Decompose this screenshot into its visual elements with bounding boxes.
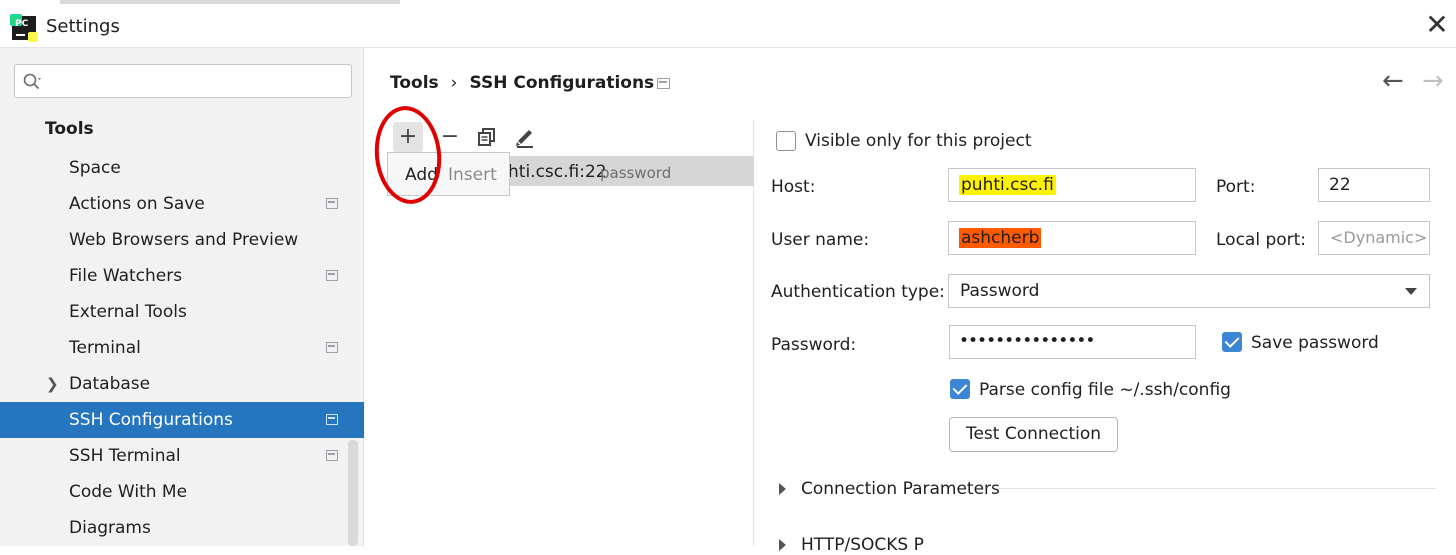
visible-only-label: Visible only for this project xyxy=(805,131,1032,151)
sidebar-item-database[interactable]: ❯ Database xyxy=(0,366,364,402)
local-port-field[interactable]: <Dynamic> xyxy=(1318,221,1430,255)
password-value: ••••••••••••••• xyxy=(959,331,1095,351)
forward-arrow-icon[interactable]: → xyxy=(1422,66,1444,96)
pencil-icon xyxy=(516,130,533,148)
visible-only-checkbox[interactable] xyxy=(776,131,796,151)
breadcrumb-current: SSH Configurations xyxy=(469,73,655,93)
project-scope-icon xyxy=(326,270,338,281)
local-port-label: Local port: xyxy=(1216,230,1307,250)
sidebar-heading-tools[interactable]: Tools xyxy=(45,119,94,139)
add-button[interactable]: + xyxy=(393,122,423,152)
username-field[interactable]: ashcherb xyxy=(948,221,1196,255)
sidebar-item-label: Space xyxy=(69,158,121,178)
edit-button[interactable] xyxy=(510,122,540,152)
search-icon xyxy=(23,73,41,90)
sidebar-item-label: Code With Me xyxy=(69,482,188,502)
connection-parameters-section[interactable]: Connection Parameters xyxy=(779,479,1000,499)
chevron-right-icon[interactable]: ❯ xyxy=(46,366,59,402)
auth-type-value: Password xyxy=(960,281,1040,301)
username-value: ashcherb xyxy=(959,228,1042,248)
sidebar-item-label: Diagrams xyxy=(69,518,151,538)
project-scope-icon xyxy=(326,450,338,461)
sidebar-item-code-with-me[interactable]: Code With Me xyxy=(0,474,364,510)
close-icon[interactable]: ✕ xyxy=(1424,10,1450,40)
parse-config-label: Parse config file ~/.ssh/config xyxy=(979,380,1231,400)
expand-triangle-icon xyxy=(779,539,786,551)
tooltip-action: Add xyxy=(405,165,438,185)
expand-triangle-icon xyxy=(779,483,786,495)
title-bar: PC Settings ✕ xyxy=(0,0,1456,48)
breadcrumb-parent[interactable]: Tools xyxy=(390,73,439,93)
section-title: Connection Parameters xyxy=(801,479,1000,499)
search-input[interactable] xyxy=(14,64,352,98)
ssh-config-auth: password xyxy=(600,164,672,182)
sidebar-item-label: External Tools xyxy=(69,302,187,322)
sidebar-item-external-tools[interactable]: External Tools xyxy=(0,294,364,330)
sidebar-item-label: Web Browsers and Preview xyxy=(69,230,299,250)
sidebar-item-label: Terminal xyxy=(69,338,141,358)
username-label: User name: xyxy=(771,230,870,250)
project-scope-icon xyxy=(326,342,338,353)
save-password-checkbox[interactable] xyxy=(1222,332,1242,352)
breadcrumb: Tools › SSH Configurations xyxy=(390,73,654,93)
tooltip-shortcut: Insert xyxy=(448,165,497,185)
password-field[interactable]: ••••••••••••••• xyxy=(949,325,1196,359)
sidebar-item-diagrams[interactable]: Diagrams xyxy=(0,510,364,546)
sidebar-item-ssh-terminal[interactable]: SSH Terminal xyxy=(0,438,364,474)
save-password-label: Save password xyxy=(1251,333,1379,353)
port-value: 22 xyxy=(1329,175,1351,195)
sidebar-item-space[interactable]: Space xyxy=(0,150,364,186)
copy-icon xyxy=(478,128,495,146)
test-connection-button[interactable]: Test Connection xyxy=(949,417,1118,452)
pycharm-app-icon: PC xyxy=(10,14,38,42)
sidebar-item-label: SSH Configurations xyxy=(69,410,233,430)
add-tooltip: Add Insert xyxy=(387,152,510,196)
project-scope-icon xyxy=(326,414,338,425)
host-label: Host: xyxy=(771,177,816,197)
sidebar-item-ssh-configurations[interactable]: SSH Configurations xyxy=(0,402,364,438)
sidebar-item-label: Database xyxy=(69,374,151,394)
settings-sidebar: Tools Space Actions on Save Web Browsers… xyxy=(0,48,364,546)
back-arrow-icon[interactable]: ← xyxy=(1382,66,1404,96)
copy-button[interactable] xyxy=(472,122,502,152)
auth-type-select[interactable]: Password xyxy=(948,274,1430,308)
sidebar-item-label: SSH Terminal xyxy=(69,446,181,466)
remove-button[interactable]: − xyxy=(435,122,465,152)
parse-config-checkbox[interactable] xyxy=(950,379,970,399)
section-title: HTTP/SOCKS P xyxy=(801,535,924,555)
sidebar-item-web-browsers[interactable]: Web Browsers and Preview xyxy=(0,222,364,258)
background-window-strip xyxy=(60,0,400,4)
host-value: puhti.csc.fi xyxy=(959,175,1056,195)
section-divider xyxy=(996,488,1436,489)
http-socks-section[interactable]: HTTP/SOCKS P xyxy=(779,535,924,555)
sidebar-item-label: File Watchers xyxy=(69,266,183,286)
sidebar-item-actions-on-save[interactable]: Actions on Save xyxy=(0,186,364,222)
chevron-down-icon xyxy=(1405,288,1417,295)
sidebar-item-label: Actions on Save xyxy=(69,194,205,214)
ssh-config-host: hti.csc.fi:22 xyxy=(508,162,607,182)
breadcrumb-separator: › xyxy=(450,73,458,93)
host-field[interactable]: puhti.csc.fi xyxy=(948,168,1196,202)
window-title: Settings xyxy=(46,16,120,37)
project-scope-icon xyxy=(657,78,670,89)
sidebar-scrollbar[interactable] xyxy=(348,440,358,546)
port-field[interactable]: 22 xyxy=(1318,168,1430,202)
local-port-placeholder: <Dynamic> xyxy=(1330,228,1428,247)
sidebar-item-file-watchers[interactable]: File Watchers xyxy=(0,258,364,294)
project-scope-icon xyxy=(326,198,338,209)
port-label: Port: xyxy=(1216,177,1256,197)
sidebar-item-terminal[interactable]: Terminal xyxy=(0,330,364,366)
password-label: Password: xyxy=(771,335,857,355)
auth-type-label: Authentication type: xyxy=(771,282,945,302)
